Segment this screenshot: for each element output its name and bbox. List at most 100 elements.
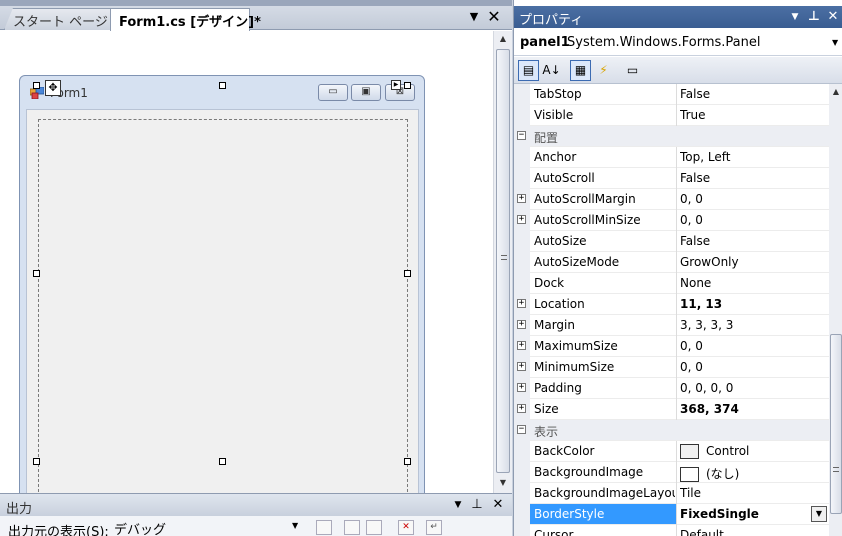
expand-icon[interactable]: + (517, 194, 526, 203)
scroll-thumb[interactable] (830, 334, 842, 514)
expand-icon[interactable]: + (517, 404, 526, 413)
goto-location-icon[interactable] (316, 520, 332, 535)
property-value[interactable]: FixedSingle (680, 507, 827, 521)
close-document-icon[interactable]: ✕ (486, 9, 502, 25)
property-row[interactable]: Cursor Default (514, 525, 829, 536)
word-wrap-icon[interactable]: ↵ (426, 520, 442, 535)
properties-vertical-scrollbar[interactable]: ▲ (829, 84, 842, 536)
scroll-down-icon[interactable]: ▼ (494, 475, 512, 491)
resize-handle-bottom-right[interactable] (404, 458, 411, 465)
property-row[interactable]: BackgroundImageLayout Tile (514, 483, 829, 504)
property-row[interactable]: + MaximumSize 0, 0 (514, 336, 829, 357)
property-value[interactable]: Top, Left (680, 150, 827, 164)
expand-icon[interactable]: + (517, 362, 526, 371)
resize-handle-left[interactable] (33, 270, 40, 277)
property-value[interactable]: 368, 374 (680, 402, 827, 416)
tab-list-dropdown-icon[interactable]: ▼ (466, 9, 482, 25)
resize-handle-top-right[interactable] (404, 82, 411, 89)
collapse-icon[interactable]: − (517, 131, 526, 140)
property-value-text: False (680, 234, 711, 248)
scroll-up-icon[interactable]: ▲ (829, 84, 842, 100)
property-category[interactable]: − 表示 (514, 420, 829, 441)
property-value[interactable]: GrowOnly (680, 255, 827, 269)
form-window[interactable]: Form1 ▭ ▣ ⊠ (19, 75, 425, 511)
property-row[interactable]: + MinimumSize 0, 0 (514, 357, 829, 378)
property-category[interactable]: − 配置 (514, 126, 829, 147)
value-dropdown-icon[interactable]: ▼ (811, 506, 827, 522)
smart-tag-icon[interactable]: ▶ (391, 80, 401, 90)
property-value[interactable]: 0, 0 (680, 360, 827, 374)
property-value[interactable]: False (680, 171, 827, 185)
categorized-icon[interactable]: ▤ (518, 60, 539, 81)
output-pin-icon[interactable]: ⊥ (469, 496, 485, 514)
clear-all-icon[interactable]: ✕ (398, 520, 414, 535)
property-row[interactable]: Dock None (514, 273, 829, 294)
chevron-down-icon[interactable]: ▼ (832, 38, 838, 47)
property-value[interactable]: 0, 0 (680, 213, 827, 227)
property-row[interactable]: BorderStyle FixedSingle ▼ (514, 504, 829, 525)
resize-handle-bottom-left[interactable] (33, 458, 40, 465)
events-icon[interactable]: ⚡ (593, 60, 614, 81)
property-row[interactable]: AutoScroll False (514, 168, 829, 189)
properties-pin-icon[interactable]: ⊥ (806, 8, 822, 26)
property-value[interactable]: False (680, 234, 827, 248)
alphabetical-icon[interactable]: A↓ (541, 60, 562, 81)
property-row[interactable]: AutoSize False (514, 231, 829, 252)
property-row[interactable]: Anchor Top, Left (514, 147, 829, 168)
panel1-control[interactable] (38, 119, 408, 497)
property-value[interactable]: True (680, 108, 827, 122)
expand-icon[interactable]: + (517, 383, 526, 392)
property-row[interactable]: + AutoScrollMargin 0, 0 (514, 189, 829, 210)
scroll-thumb[interactable] (496, 49, 510, 473)
output-close-icon[interactable]: ✕ (490, 496, 506, 514)
object-selector[interactable]: panel1 System.Windows.Forms.Panel ▼ (514, 30, 842, 56)
property-row[interactable]: BackColor Control (514, 441, 829, 462)
find-previous-icon[interactable] (344, 520, 360, 535)
property-value[interactable]: 0, 0 (680, 339, 827, 353)
property-row[interactable]: AutoSizeMode GrowOnly (514, 252, 829, 273)
property-value[interactable]: 11, 13 (680, 297, 827, 311)
property-value[interactable]: Tile (680, 486, 827, 500)
property-value[interactable]: 3, 3, 3, 3 (680, 318, 827, 332)
property-value[interactable]: Default (680, 528, 827, 536)
property-row[interactable]: BackgroundImage (なし) (514, 462, 829, 483)
design-surface[interactable]: Form1 ▭ ▣ ⊠ ✥ ▶ (0, 31, 493, 511)
output-menu-icon[interactable]: ▼ (450, 496, 466, 514)
designer-vertical-scrollbar[interactable]: ▲ ▼ (493, 31, 512, 493)
property-row[interactable]: Visible True (514, 105, 829, 126)
expand-icon[interactable]: + (517, 320, 526, 329)
expand-icon[interactable]: + (517, 299, 526, 308)
property-value[interactable]: 0, 0, 0, 0 (680, 381, 827, 395)
expand-icon[interactable]: + (517, 215, 526, 224)
form-client-area[interactable] (26, 109, 419, 505)
properties-icon[interactable]: ▦ (570, 60, 591, 81)
property-value[interactable]: Control (680, 444, 827, 459)
move-handle-icon[interactable]: ✥ (45, 80, 61, 96)
tab-start-page[interactable]: スタート ページ (4, 8, 116, 30)
scroll-up-icon[interactable]: ▲ (494, 31, 512, 47)
property-row[interactable]: + Margin 3, 3, 3, 3 (514, 315, 829, 336)
expand-icon[interactable]: + (517, 341, 526, 350)
chevron-down-icon[interactable]: ▼ (292, 521, 298, 530)
property-value[interactable]: 0, 0 (680, 192, 827, 206)
property-pages-icon[interactable]: ▭ (622, 60, 643, 81)
resize-handle-bottom[interactable] (219, 458, 226, 465)
tab-form1-design[interactable]: Form1.cs [デザイン]* (110, 8, 261, 31)
properties-menu-icon[interactable]: ▼ (787, 8, 803, 26)
property-value[interactable]: False (680, 87, 827, 101)
resize-handle-top-left[interactable] (33, 82, 40, 89)
properties-close-icon[interactable]: ✕ (825, 8, 841, 26)
property-value[interactable]: (なし) (680, 465, 827, 482)
property-row[interactable]: TabStop False (514, 84, 829, 105)
property-row[interactable]: + Size 368, 374 (514, 399, 829, 420)
resize-handle-top[interactable] (219, 82, 226, 89)
collapse-icon[interactable]: − (517, 425, 526, 434)
output-source-select[interactable]: デバッグ (110, 519, 308, 536)
property-value[interactable]: None (680, 276, 827, 290)
find-next-icon[interactable] (366, 520, 382, 535)
output-pane: 出力 ▼ ⊥ ✕ 出力元の表示(S): デバッグ ▼ ✕ ↵ (0, 493, 512, 536)
property-row[interactable]: + Padding 0, 0, 0, 0 (514, 378, 829, 399)
resize-handle-right[interactable] (404, 270, 411, 277)
property-row[interactable]: + Location 11, 13 (514, 294, 829, 315)
property-row[interactable]: + AutoScrollMinSize 0, 0 (514, 210, 829, 231)
